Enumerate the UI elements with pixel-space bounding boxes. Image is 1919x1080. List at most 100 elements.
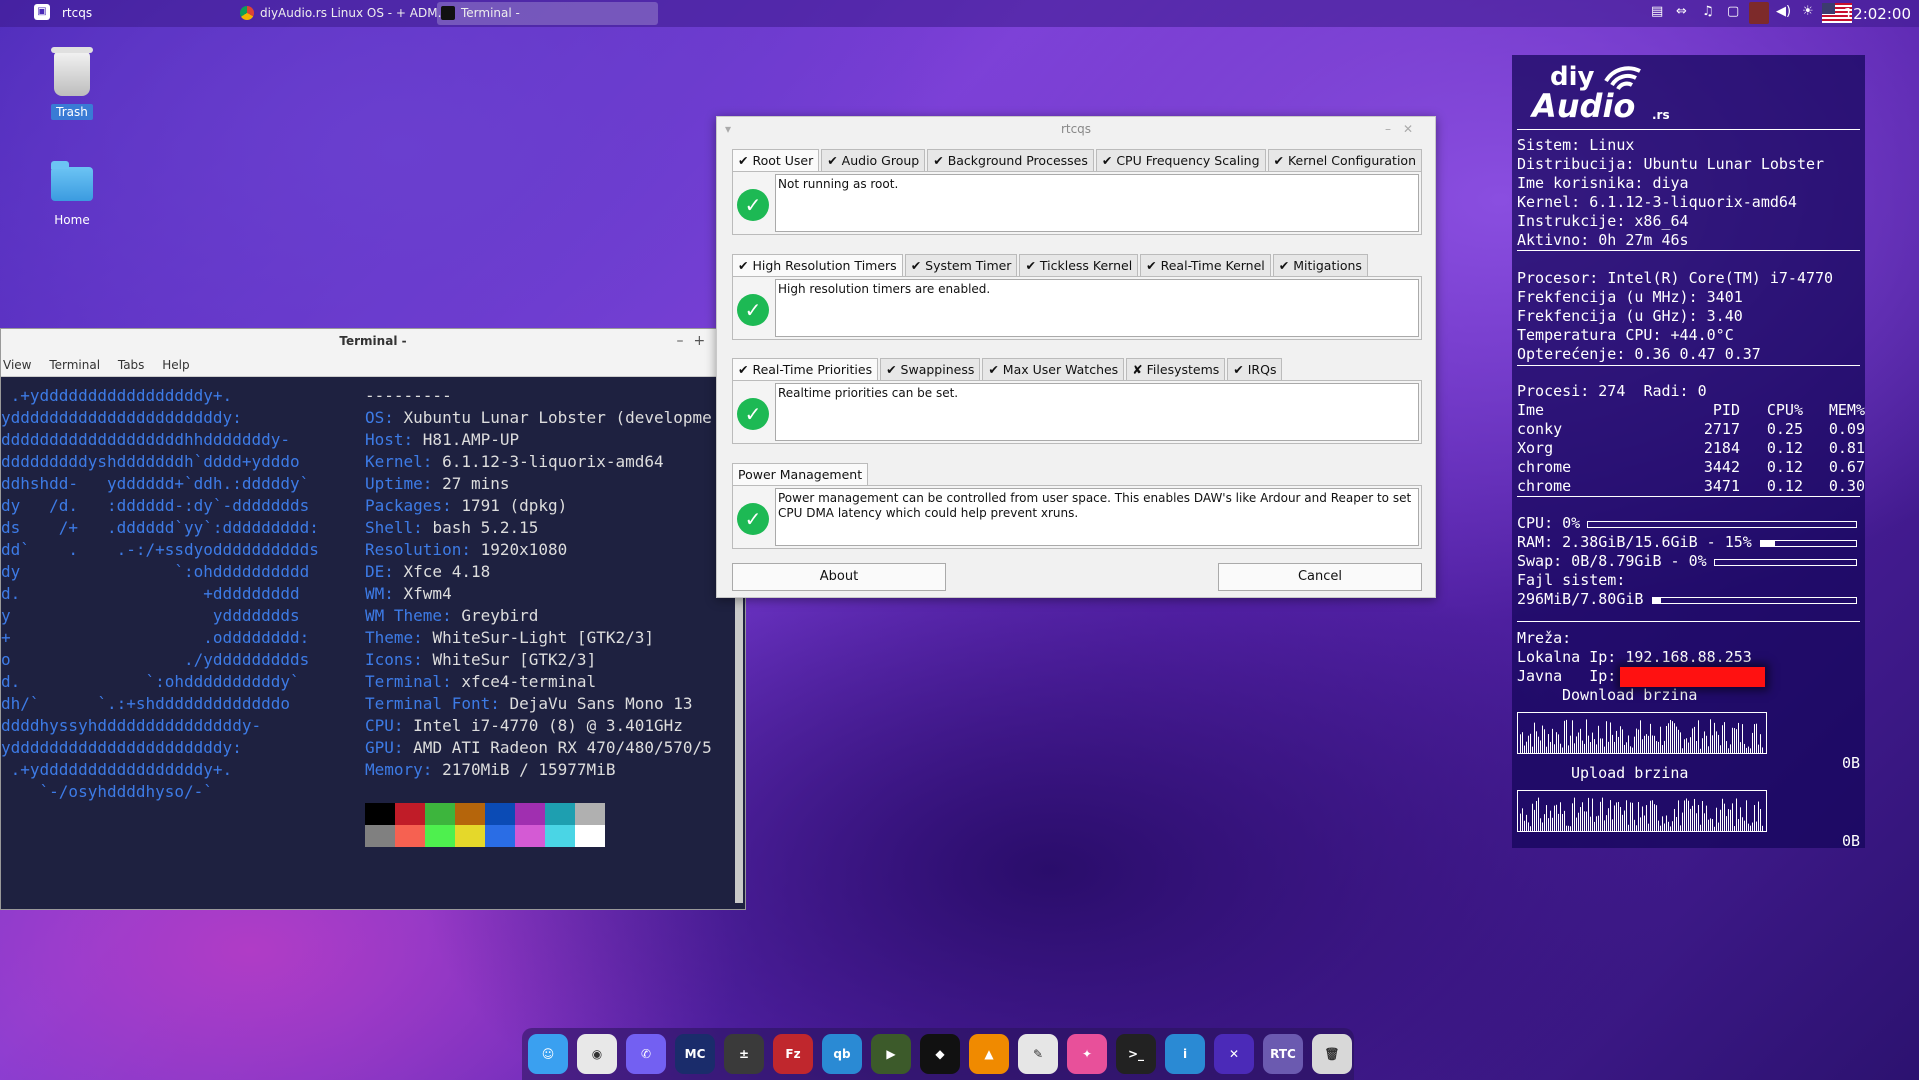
tab[interactable]: ✔ Root User [732,149,820,171]
minimize-button[interactable]: – [1385,122,1403,136]
tidal-icon[interactable]: ◆ [920,1034,960,1074]
tab[interactable]: ✔ CPU Frequency Scaling [1095,149,1266,171]
check-group: ✔ High Resolution Timers ✔ System Timer ✔ … [732,254,1422,340]
terminal-window[interactable]: Terminal - –+✕ View Terminal Tabs Help .… [0,328,746,910]
info-value: Xfwm4 [403,584,452,603]
viber-icon[interactable]: ✆ [626,1034,666,1074]
distro-ascii-logo: .+ydddddddddddddddddy+. ydddddddddddddddd… [1,385,319,803]
tab[interactable]: ✔ Real-Time Priorities [732,358,879,380]
tab[interactable]: ✘ Filesystems [1126,358,1226,380]
info-separator: --------- [365,386,452,405]
maximize-button[interactable]: + [694,333,716,349]
local-ip-label: Lokalna Ip: [1517,648,1617,666]
tab[interactable]: ✔ System Timer [904,254,1018,276]
menu-tabs[interactable]: Tabs [118,358,145,372]
tab[interactable]: ✔ High Resolution Timers [732,254,903,276]
info-key: Terminal Font [365,694,491,713]
weather-icon[interactable]: ☀ [1802,4,1814,19]
clock[interactable]: 12:02:00 [1844,5,1911,23]
palette-swatch [575,825,605,847]
palette-swatch [455,825,485,847]
tab[interactable]: ✔ Swappiness [880,358,981,380]
text-editor-icon[interactable]: ✎ [1018,1034,1058,1074]
result-message: Power management can be controlled from … [775,488,1419,546]
tab-panel: ✓ Not running as root. [732,171,1422,235]
rtcqs-icon[interactable]: RTC [1263,1034,1303,1074]
info-row: DE: Xfce 4.18 [365,561,712,583]
minimize-button[interactable]: – [677,333,694,349]
tab[interactable]: ✔ Mitigations [1272,254,1368,276]
tab[interactable]: ✔ Background Processes [927,149,1094,171]
check-ok-icon: ✓ [737,294,769,326]
info-row: Kernel: 6.1.12-3-liquorix-amd64 [365,451,712,473]
tab[interactable]: ✔ Kernel Configuration [1267,149,1422,171]
color-palette [365,803,605,847]
field-label: Frekfencija (u MHz): [1517,288,1698,306]
clipboard-icon[interactable]: ▤ [1651,4,1663,19]
terminal-titlebar[interactable]: Terminal - –+✕ [1,329,745,354]
vlc-icon[interactable]: ▲ [969,1034,1009,1074]
process-cell: 0.09 [1828,420,1865,438]
filezilla-icon[interactable]: Fz [773,1034,813,1074]
logo-line: dh/` `.:+shdddddddddddddo [1,694,290,713]
about-button[interactable]: About [732,563,946,591]
tab[interactable]: ✔ Real-Time Kernel [1140,254,1271,276]
info-value: 1920x1080 [480,540,568,559]
info-icon[interactable]: i [1165,1034,1205,1074]
notification-bell-icon[interactable]: ♫ [1702,4,1714,19]
network-connection-icon[interactable]: ⇔ [1676,4,1687,19]
field-value: 3.40 [1706,307,1743,325]
midnight-commander-icon[interactable]: MC [675,1034,715,1074]
taskbar-item-browser[interactable]: diyAudio.rs Linux OS - + ADM... [236,2,450,25]
calculator-icon[interactable]: ± [724,1034,764,1074]
conky-field: Procesor: Intel(R) Core(TM) i7-4770 [1517,269,1860,288]
info-value: xfce4-terminal [461,672,597,691]
terminal-output[interactable]: .+ydddddddddddddddddy+. ydddddddddddddddd… [1,377,735,907]
desktop-icon-trash[interactable]: Trash [27,47,117,120]
usage-bar [1587,521,1857,528]
feather-icon[interactable]: ✦ [1067,1034,1107,1074]
download-graph [1517,712,1767,754]
scrollbar-track[interactable] [735,583,743,903]
finder-icon[interactable]: ☺ [528,1034,568,1074]
field-value: 6.1.12-3-liquorix-amd64 [1589,193,1797,211]
rtcqs-window[interactable]: ▾ rtcqs –✕ ✔ Root User ✔ Audio Group ✔ Bac… [716,116,1436,598]
volume-icon[interactable]: ◀) [1776,4,1791,19]
usage-bar-fill [1761,541,1776,546]
menu-help[interactable]: Help [162,358,189,372]
app-menu-icon[interactable]: ▣ [34,4,50,20]
info-value: 27 mins [442,474,510,493]
window-menu-icon[interactable]: ▾ [725,117,731,141]
active-app-name[interactable]: rtcqs [62,6,92,20]
info-key: WM [365,584,385,603]
close-button[interactable]: ✕ [1403,122,1425,136]
process-cell: 0.12 [1766,477,1803,495]
chrome-icon[interactable]: ◉ [577,1034,617,1074]
do-not-disturb-icon[interactable] [1749,2,1769,24]
menu-terminal[interactable]: Terminal [49,358,100,372]
system-info: --------- OS: Xubuntu Lunar Lobster (deve… [365,385,712,781]
network-icon[interactable]: ✕ [1214,1034,1254,1074]
tab[interactable]: ✔ Max User Watches [982,358,1125,380]
media-player-icon[interactable]: ▶ [871,1034,911,1074]
chat-icon[interactable]: ▢ [1727,4,1739,19]
tab[interactable]: ✔ IRQs [1227,358,1283,380]
field-label: Opterećenje: [1517,345,1626,363]
taskbar-item-terminal[interactable]: Terminal - [437,2,658,25]
tab[interactable]: Power Management [732,463,869,485]
qbittorrent-icon[interactable]: qb [822,1034,862,1074]
info-colon: : [490,694,510,713]
check-ok-icon: ✓ [737,503,769,535]
process-cell: 0.12 [1766,439,1803,457]
check-group: ✔ Real-Time Priorities ✔ Swappiness ✔ Max … [732,358,1422,444]
desktop-icon-home[interactable]: Home [27,161,117,227]
menu-view[interactable]: View [3,358,31,372]
terminal-icon[interactable]: >_ [1116,1034,1156,1074]
cancel-button[interactable]: Cancel [1218,563,1422,591]
trash-icon[interactable]: 🗑 [1312,1034,1352,1074]
tab[interactable]: ✔ Audio Group [821,149,926,171]
info-colon: : [442,606,462,625]
field-value: x86_64 [1634,212,1689,230]
rtcqs-titlebar[interactable]: ▾ rtcqs –✕ [717,117,1435,141]
tab[interactable]: ✔ Tickless Kernel [1019,254,1139,276]
